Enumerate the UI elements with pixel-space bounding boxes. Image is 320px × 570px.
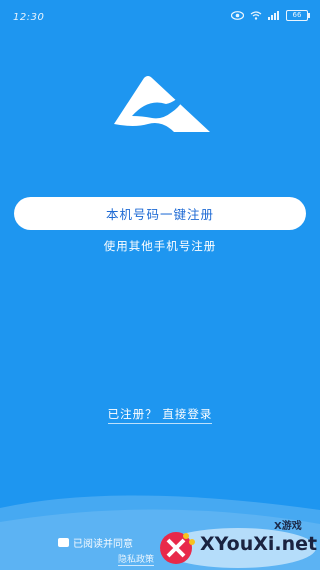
watermark-brand: XYouXi.net bbox=[200, 533, 318, 555]
watermark-tag: X游戏 bbox=[274, 521, 302, 532]
agreement-checkbox[interactable] bbox=[58, 538, 69, 547]
battery-level: 66 bbox=[292, 11, 302, 19]
agreement-text: 已阅读并同意 bbox=[73, 539, 133, 550]
app-logo bbox=[114, 76, 210, 132]
other-phone-register-link[interactable]: 使用其他手机号注册 bbox=[0, 238, 320, 254]
login-link[interactable]: 已注册？ 直接登录 bbox=[107, 407, 213, 424]
status-icons: 66 bbox=[231, 10, 310, 21]
wifi-icon bbox=[250, 11, 262, 20]
privacy-policy-link[interactable]: 隐私政策 bbox=[118, 552, 155, 566]
status-time: 12:30 bbox=[13, 12, 45, 23]
signal-icon bbox=[268, 11, 279, 20]
battery-icon: 66 bbox=[286, 10, 310, 21]
one-click-register-button[interactable]: 本机号码一键注册 bbox=[14, 197, 306, 230]
eye-icon bbox=[231, 11, 244, 20]
login-link-container: 已注册？ 直接登录 bbox=[0, 406, 320, 424]
agreement-row: 已阅读并同意 bbox=[58, 535, 133, 550]
status-bar: 12:30 66 bbox=[0, 0, 320, 36]
